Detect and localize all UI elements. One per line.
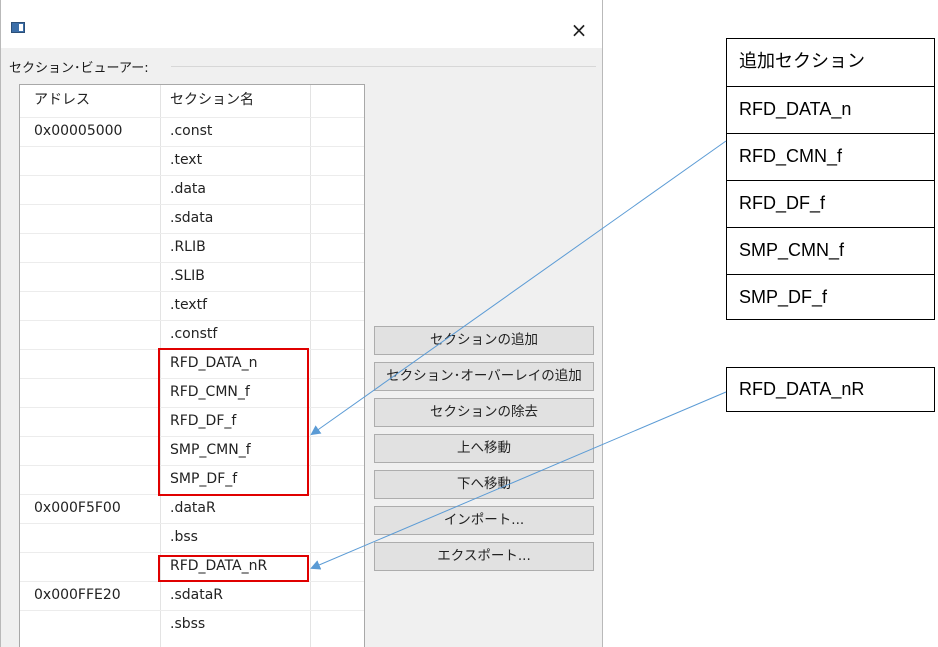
arrow-to-added-section-nr xyxy=(310,391,727,570)
arrow-to-added-sections xyxy=(310,140,727,436)
callout-arrows xyxy=(310,140,727,570)
